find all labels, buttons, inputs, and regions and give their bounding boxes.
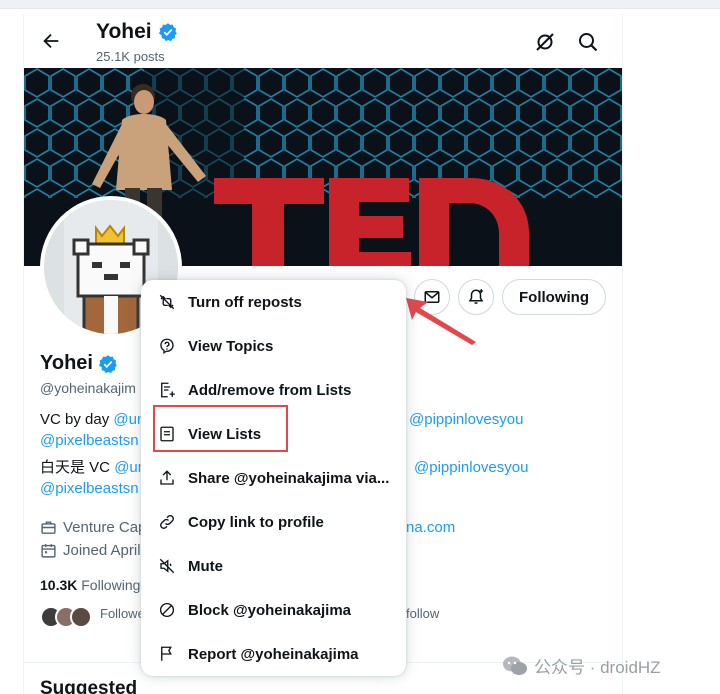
menu-item-block[interactable]: Block @yoheinakajima bbox=[141, 588, 406, 632]
annotation-arrow bbox=[406, 298, 476, 345]
mutual-followers-avatars[interactable] bbox=[40, 606, 92, 628]
bio-line-1: VC by day @un bbox=[40, 410, 145, 430]
profile-name-text: Yohei bbox=[40, 352, 93, 374]
website-link[interactable]: na.com bbox=[406, 519, 455, 536]
repost-off-icon bbox=[159, 294, 175, 310]
share-icon bbox=[160, 470, 174, 485]
menu-item-report[interactable]: Report @yoheinakajima bbox=[141, 632, 406, 676]
verified-badge-icon bbox=[98, 354, 117, 373]
watermark: 公众号 · droidHZ bbox=[502, 653, 661, 678]
avatar bbox=[70, 606, 92, 628]
menu-item-share[interactable]: Share @yoheinakajima via... bbox=[141, 456, 406, 500]
menu-item-label: Report @yoheinakajima bbox=[188, 645, 359, 663]
work-text: Venture Cap bbox=[63, 519, 147, 536]
mute-icon bbox=[159, 558, 175, 574]
grok-icon[interactable] bbox=[533, 30, 557, 54]
annotation-highlight-box bbox=[153, 405, 288, 452]
following-stat-label: Following bbox=[81, 577, 141, 593]
topics-icon bbox=[160, 338, 174, 355]
following-count: 10.3K bbox=[40, 577, 78, 593]
bio-mention-link[interactable]: @pippinlovesyou bbox=[414, 458, 528, 478]
search-icon[interactable] bbox=[576, 30, 600, 54]
suggested-heading: Suggested bbox=[40, 678, 138, 694]
profile-work: Venture Cap bbox=[40, 519, 146, 536]
mutual-followers-text-end: follow bbox=[406, 606, 440, 621]
profile-more-menu: Turn off reposts View Topics Add/remove … bbox=[141, 280, 406, 676]
menu-item-view-topics[interactable]: View Topics bbox=[141, 324, 406, 368]
watermark-text: 公众号 · droidHZ bbox=[534, 658, 661, 677]
profile-handle: @yoheinakajim bbox=[40, 380, 136, 396]
menu-item-label: Share @yoheinakajima via... bbox=[188, 469, 390, 487]
bio-mention-link[interactable]: @pixelbeastsn bbox=[40, 479, 139, 499]
list-add-icon bbox=[161, 382, 175, 398]
wechat-icon bbox=[503, 656, 527, 675]
block-icon bbox=[159, 602, 175, 618]
menu-item-label: Add/remove from Lists bbox=[188, 381, 352, 399]
verified-badge-icon bbox=[158, 23, 177, 42]
mutual-followers-text[interactable]: Followe bbox=[100, 606, 145, 621]
bio-text: VC by day bbox=[40, 411, 114, 428]
back-arrow-icon[interactable] bbox=[40, 30, 62, 52]
post-count: 25.1K posts bbox=[96, 49, 165, 64]
menu-item-label: Turn off reposts bbox=[188, 293, 302, 311]
menu-item-label: Mute bbox=[188, 557, 223, 575]
header-name-text: Yohei bbox=[96, 20, 152, 43]
bio-mention-link[interactable]: @pippinlovesyou bbox=[409, 410, 523, 430]
bio-mention-link[interactable]: @pixelbeastsn bbox=[40, 431, 139, 451]
menu-item-mute[interactable]: Mute bbox=[141, 544, 406, 588]
menu-item-turn-off-reposts[interactable]: Turn off reposts bbox=[141, 280, 406, 324]
browser-top-strip bbox=[0, 0, 720, 9]
menu-item-label: View Topics bbox=[188, 337, 274, 355]
bio-text-ja: 白天是 VC bbox=[40, 459, 115, 476]
profile-joined: Joined April bbox=[40, 542, 141, 559]
header-name: Yohei bbox=[96, 20, 178, 44]
link-icon bbox=[160, 515, 174, 529]
following-stat[interactable]: 10.3K Following bbox=[40, 577, 140, 593]
joined-text: Joined April bbox=[63, 542, 141, 559]
menu-item-copy-link[interactable]: Copy link to profile bbox=[141, 500, 406, 544]
profile-name: Yohei bbox=[40, 352, 118, 375]
bio-line-ja: 白天是 VC @un bbox=[40, 458, 146, 478]
menu-item-label: Copy link to profile bbox=[188, 513, 324, 531]
flag-icon bbox=[161, 646, 172, 661]
briefcase-icon bbox=[41, 521, 56, 534]
menu-item-label: Block @yoheinakajima bbox=[188, 601, 352, 619]
calendar-icon bbox=[41, 544, 56, 558]
following-button[interactable]: Following bbox=[502, 279, 606, 315]
